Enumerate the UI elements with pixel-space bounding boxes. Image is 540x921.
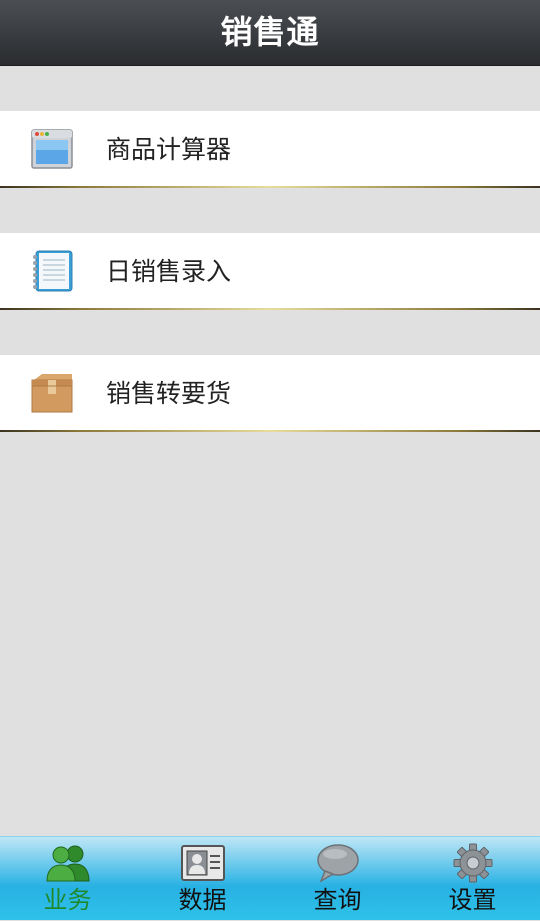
chat-bubble-icon xyxy=(315,843,361,883)
tab-query[interactable]: 查询 xyxy=(270,837,405,921)
users-icon xyxy=(45,843,91,883)
page-title: 销售通 xyxy=(220,13,320,51)
menu-item-label: 日销售录入 xyxy=(106,257,232,286)
tab-data[interactable]: 数据 xyxy=(135,837,270,921)
tab-settings[interactable]: 设置 xyxy=(405,837,540,921)
gear-icon xyxy=(450,843,496,883)
tab-label: 业务 xyxy=(43,886,92,914)
app-header: 销售通 xyxy=(0,0,540,66)
contact-card-icon xyxy=(180,843,226,883)
tab-business[interactable]: 业务 xyxy=(0,837,135,921)
tab-label: 数据 xyxy=(178,886,227,914)
menu-item-label: 商品计算器 xyxy=(106,135,232,164)
tab-label: 查询 xyxy=(313,886,362,914)
package-box-icon xyxy=(30,372,74,414)
bottom-tab-bar: 业务 数据 查询 设置 xyxy=(0,836,540,920)
notebook-icon xyxy=(30,250,74,292)
menu-item-sales-to-order[interactable]: 销售转要货 xyxy=(0,355,540,432)
menu-item-label: 销售转要货 xyxy=(106,379,232,408)
menu-item-daily-sales-entry[interactable]: 日销售录入 xyxy=(0,233,540,310)
tab-label: 设置 xyxy=(448,886,497,914)
calculator-window-icon xyxy=(30,128,74,170)
menu-item-product-calculator[interactable]: 商品计算器 xyxy=(0,111,540,188)
